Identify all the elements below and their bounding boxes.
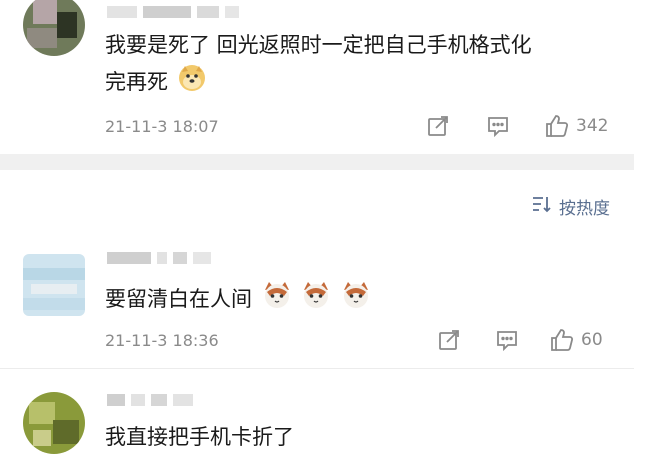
comment-text: 我直接把手机卡折了 (105, 425, 294, 449)
like-button[interactable]: 342 (544, 113, 608, 139)
comment-text-line2: 完再死 (105, 64, 206, 102)
comment-actions: 60 (437, 327, 603, 353)
comment-text: 要留清白在人间 (105, 280, 371, 320)
cat-emoji (341, 280, 371, 320)
like-count: 342 (576, 116, 609, 136)
sort-by-heat-button[interactable]: 按热度 (531, 194, 610, 219)
repost-button[interactable] (437, 328, 461, 352)
repost-button[interactable] (426, 114, 450, 138)
comment-text: 我要是死了 回光返照时一定把自己手机格式化 (105, 33, 532, 57)
avatar[interactable] (23, 254, 85, 316)
comment-icon (486, 114, 510, 138)
comment-icon (495, 328, 519, 352)
repost-icon (426, 114, 450, 138)
cat-emoji (301, 280, 331, 320)
avatar[interactable] (23, 392, 85, 454)
avatar[interactable] (23, 0, 85, 56)
comment-button[interactable] (495, 328, 519, 352)
repost-icon (437, 328, 461, 352)
row-divider (0, 368, 634, 369)
comment-actions: 342 (426, 113, 608, 139)
comment-3: 我直接把手机卡折了 (0, 378, 634, 462)
timestamp: 21-11-3 18:36 (105, 331, 219, 350)
comment-2: 要留清白在人间 21-11-3 18:36 60 (0, 238, 634, 366)
like-count: 60 (581, 330, 603, 350)
like-button[interactable]: 60 (549, 327, 603, 353)
sort-label: 按热度 (559, 199, 610, 219)
comment-button[interactable] (486, 114, 510, 138)
thumbs-up-icon (544, 113, 570, 139)
timestamp: 21-11-3 18:07 (105, 117, 219, 136)
username-blurred[interactable] (107, 394, 193, 406)
comment-1: 我要是死了 回光返照时一定把自己手机格式化 完再死 21-11-3 18:07 (0, 0, 634, 154)
username-blurred[interactable] (107, 6, 239, 18)
section-divider (0, 154, 634, 170)
cat-emoji (262, 280, 292, 320)
doge-emoji (178, 64, 206, 102)
thumbs-up-icon (549, 327, 575, 353)
sort-icon (531, 195, 553, 218)
username-blurred[interactable] (107, 252, 211, 264)
